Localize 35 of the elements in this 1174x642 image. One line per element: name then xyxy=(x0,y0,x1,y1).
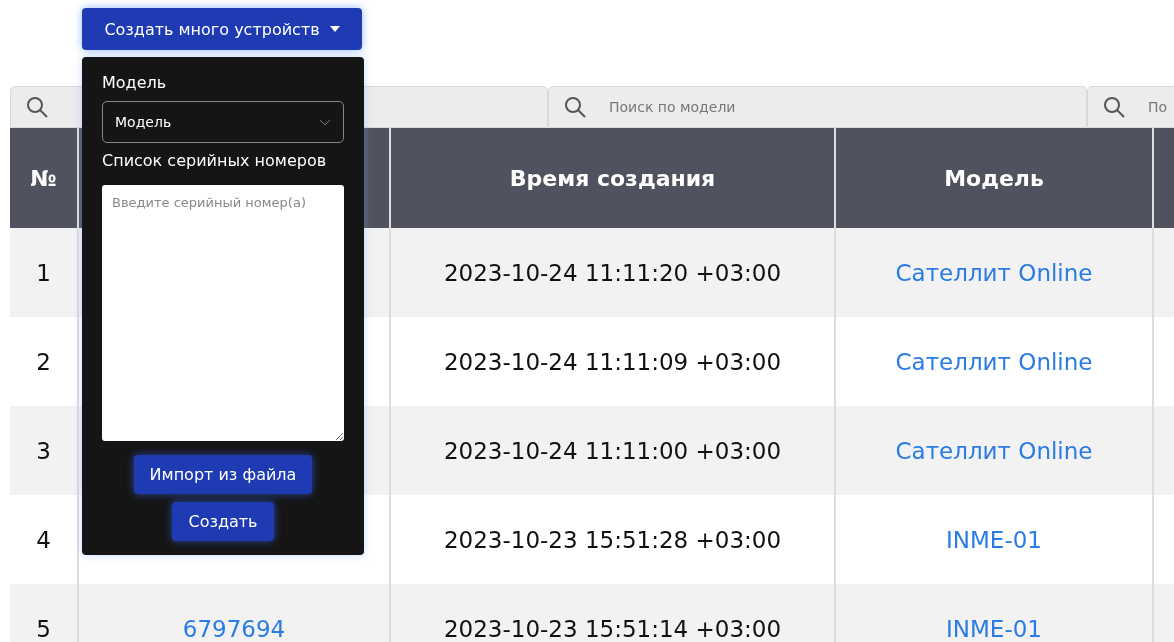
column-header: № xyxy=(10,128,78,228)
create-many-devices-button[interactable]: Создать много устройств xyxy=(82,8,362,50)
row-number-cell: 4 xyxy=(10,495,78,584)
model-link[interactable]: Сателлит Online xyxy=(835,317,1153,406)
column-header: Время создания xyxy=(390,128,835,228)
caret-icon xyxy=(329,26,340,32)
row-number-cell: 3 xyxy=(10,406,78,495)
created-time-cell: 2023-10-24 11:11:20 +03:00 xyxy=(390,228,835,317)
search-input[interactable]: Поиск по модели xyxy=(607,98,1072,116)
search-input[interactable]: По xyxy=(1146,98,1174,116)
model-label: Модель xyxy=(102,72,168,94)
row-number-cell: 5 xyxy=(10,584,78,642)
model-select[interactable]: Модель xyxy=(102,101,344,143)
search-field[interactable]: По xyxy=(1087,86,1174,128)
serials-label: Список серийных номеров xyxy=(102,150,328,172)
model-link[interactable]: INME-01 xyxy=(835,584,1153,642)
search-icon xyxy=(1102,95,1126,119)
created-time-cell: 2023-10-24 11:11:09 +03:00 xyxy=(390,317,835,406)
created-time-cell: 2023-10-24 11:11:00 +03:00 xyxy=(390,406,835,495)
create-button[interactable]: Создать xyxy=(172,502,274,541)
chevron-icon xyxy=(319,118,331,126)
search-icon xyxy=(563,95,587,119)
serials-input-field[interactable]: Введите серийный номер(а) xyxy=(102,185,344,441)
model-link[interactable]: Сателлит Online xyxy=(835,406,1153,495)
import-button[interactable]: Импорт из файла xyxy=(133,455,313,494)
model-link[interactable]: Сателлит Online xyxy=(835,228,1153,317)
created-time-cell: 2023-10-23 15:51:28 +03:00 xyxy=(390,495,835,584)
model-link[interactable]: INME-01 xyxy=(835,495,1153,584)
row-number-cell: 2 xyxy=(10,317,78,406)
created-time-cell: 2023-10-23 15:51:14 +03:00 xyxy=(390,584,835,642)
search-field[interactable]: Поиск по модели xyxy=(548,86,1087,128)
row-number-cell: 1 xyxy=(10,228,78,317)
serial-link[interactable]: 6797694 xyxy=(78,584,390,642)
column-header: Модель xyxy=(835,128,1153,228)
search-icon xyxy=(25,95,49,119)
